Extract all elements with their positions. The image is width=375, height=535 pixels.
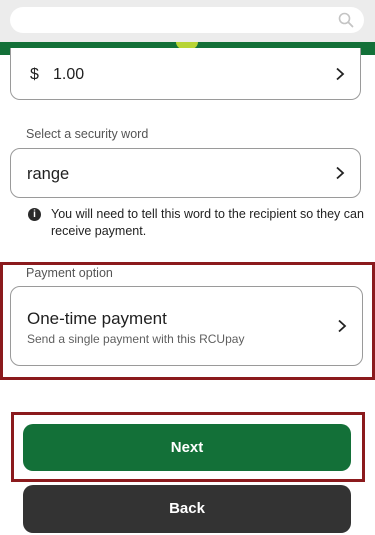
currency-symbol: $	[30, 66, 39, 83]
security-word-label: Select a security word	[26, 127, 149, 141]
chevron-right-icon	[336, 67, 345, 81]
search-icon[interactable]	[338, 12, 354, 28]
payment-option-card[interactable]: One-time payment Send a single payment w…	[10, 286, 363, 366]
amount-field[interactable]: $ 1.00	[10, 48, 361, 100]
info-icon: i	[28, 208, 41, 221]
security-word-field[interactable]: range	[10, 148, 361, 198]
payment-option-title: One-time payment	[27, 309, 167, 328]
chevron-right-icon	[336, 166, 345, 180]
payment-option-subtitle: Send a single payment with this RCUpay	[27, 332, 245, 346]
next-button[interactable]: Next	[23, 424, 351, 471]
info-text: You will need to tell this word to the r…	[51, 207, 364, 238]
security-word-value: range	[27, 165, 70, 183]
browser-top-bar	[0, 0, 375, 42]
search-bar[interactable]	[10, 7, 364, 33]
amount-value: 1.00	[53, 66, 85, 83]
chevron-right-icon	[338, 319, 347, 333]
back-button[interactable]: Back	[23, 485, 351, 533]
payment-option-label: Payment option	[26, 266, 113, 280]
